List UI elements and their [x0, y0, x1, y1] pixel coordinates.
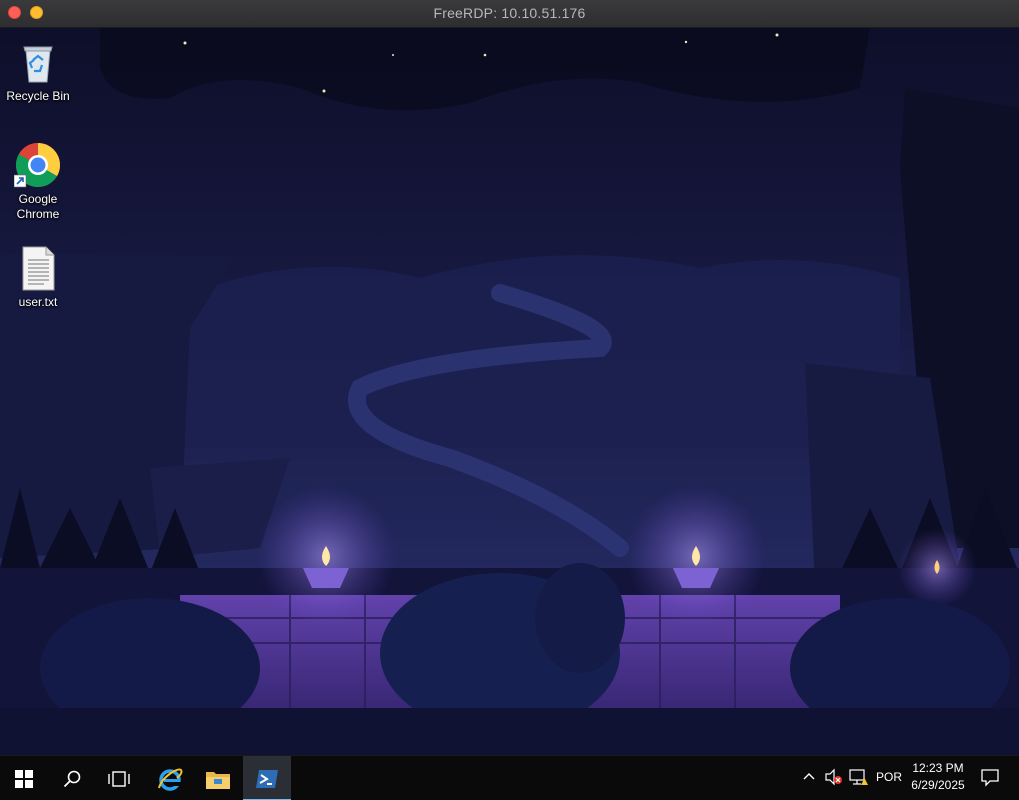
volume-muted-icon — [825, 768, 842, 786]
search-button[interactable] — [48, 756, 96, 800]
chevron-up-icon — [803, 773, 815, 780]
powershell-button[interactable] — [243, 756, 291, 800]
start-button[interactable] — [0, 756, 48, 800]
desktop-icon-user-txt[interactable]: user.txt — [1, 244, 75, 310]
action-center-button[interactable] — [980, 767, 1000, 792]
powershell-icon — [256, 769, 278, 788]
task-view-icon — [108, 770, 130, 787]
desktop-icon-label: Google Chrome — [16, 192, 60, 221]
show-hidden-icons-button[interactable] — [801, 769, 817, 790]
internet-explorer-button[interactable] — [146, 756, 194, 800]
clock-time: 12:23 PM — [912, 761, 964, 775]
desktop-wallpaper — [0, 28, 1019, 755]
desktop[interactable]: Recycle Bin Google Chrome user.txt — [0, 28, 1019, 755]
window-title: FreeRDP: 10.10.51.176 — [433, 5, 586, 21]
windows-logo-icon — [15, 769, 33, 788]
search-icon — [63, 770, 81, 787]
network-button[interactable] — [848, 768, 868, 791]
folder-icon — [206, 771, 230, 789]
desktop-icon-google-chrome[interactable]: Google Chrome — [1, 141, 75, 222]
recycle-bin-icon — [14, 38, 62, 86]
notifications-icon — [981, 769, 999, 787]
task-view-button[interactable] — [95, 756, 143, 800]
taskbar-clock[interactable]: 12:23 PM 6/29/2025 — [898, 760, 978, 794]
chrome-icon — [13, 141, 62, 189]
taskbar: POR 12:23 PM 6/29/2025 — [0, 755, 1019, 800]
text-file-icon — [14, 244, 62, 292]
desktop-icon-label: user.txt — [18, 295, 58, 309]
desktop-icon-label: Recycle Bin — [6, 89, 70, 103]
window-titlebar: FreeRDP: 10.10.51.176 — [0, 0, 1019, 28]
network-warning-icon — [849, 769, 868, 785]
internet-explorer-icon — [158, 767, 183, 791]
volume-button[interactable] — [824, 768, 844, 791]
desktop-icon-recycle-bin[interactable]: Recycle Bin — [1, 38, 75, 104]
file-explorer-button[interactable] — [194, 756, 242, 800]
clock-date: 6/29/2025 — [911, 778, 965, 792]
